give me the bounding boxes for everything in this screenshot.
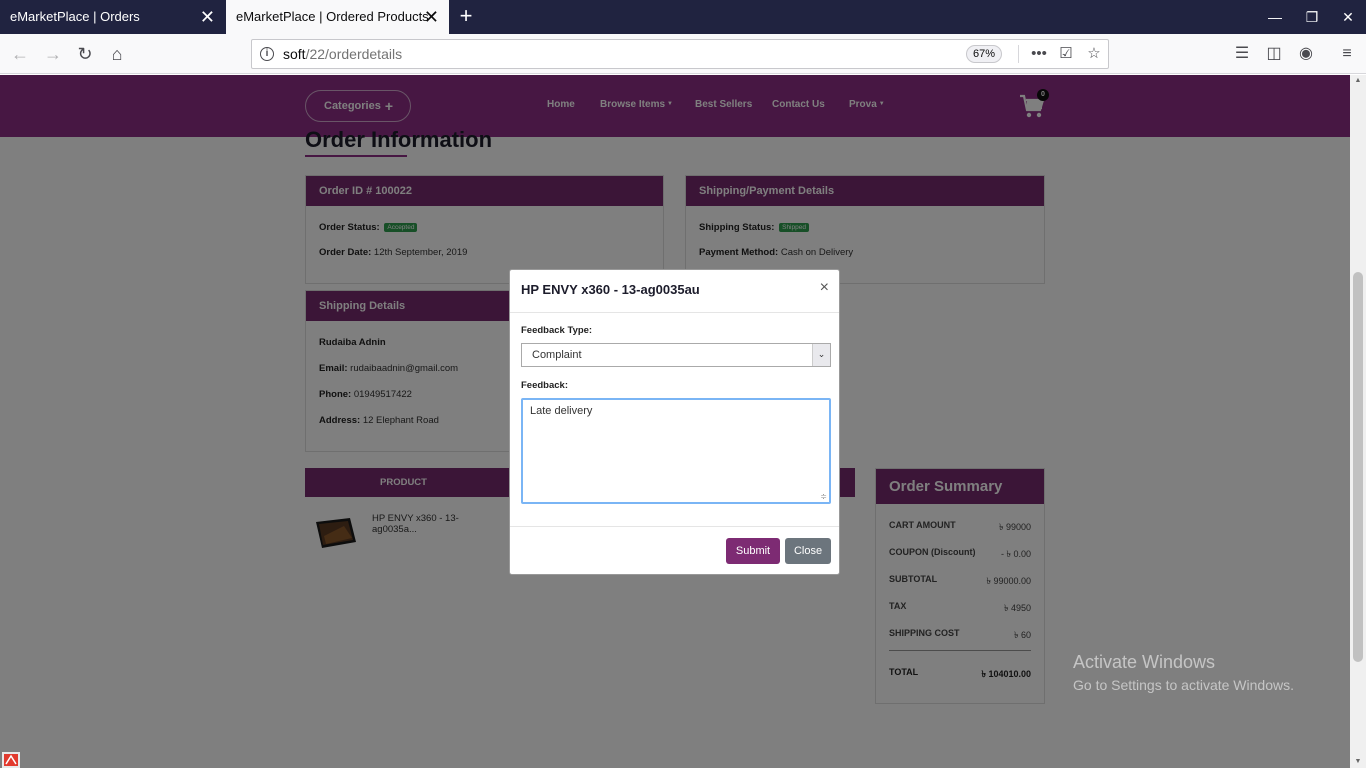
feedback-type-value: Complaint [532,349,582,361]
feedback-text: Late delivery [530,405,593,417]
bookmark-star-icon[interactable]: ☆ [1082,42,1106,66]
scrollbar-thumb[interactable] [1353,272,1363,662]
page-actions-icon[interactable]: ••• [1027,42,1051,66]
scroll-up-icon[interactable]: ▲ [1350,75,1366,87]
modal-title: HP ENVY x360 - 13-ag0035au [521,282,700,297]
tab-close-icon[interactable]: ✕ [200,0,215,34]
new-tab-icon[interactable]: + [454,0,478,34]
sidebar-icon[interactable]: ◫ [1260,40,1288,68]
restore-icon[interactable]: ❐ [1294,0,1330,34]
browser-tab-orders[interactable]: eMarketPlace | Orders ✕ [0,0,225,34]
scroll-down-icon[interactable]: ▼ [1350,756,1366,768]
feedback-type-label: Feedback Type: [521,325,593,336]
app-corner-icon[interactable] [2,752,20,768]
chevron-down-icon[interactable]: ⌄ [812,344,830,366]
divider [510,312,839,313]
page-scrollbar[interactable]: ▲ ▼ [1350,75,1366,768]
browser-tab-bar: eMarketPlace | Orders ✕ eMarketPlace | O… [0,0,1366,34]
url-text[interactable]: soft/22/orderdetails [283,40,402,68]
back-icon[interactable]: ← [6,40,34,68]
menu-icon[interactable]: ≡ [1333,40,1361,68]
feedback-label: Feedback: [521,380,568,391]
reload-icon[interactable]: ↻ [71,40,99,68]
feedback-textarea[interactable]: Late delivery ≑ [521,398,831,504]
divider [1018,45,1019,63]
modal-close-icon[interactable]: × [820,280,829,296]
close-button[interactable]: Close [785,538,831,564]
activation-watermark-text: Go to Settings to activate Windows. [1073,677,1294,693]
tab-title: eMarketPlace | Orders [10,9,140,24]
site-info-icon[interactable]: i [260,47,274,61]
feedback-type-select[interactable]: Complaint ⌄ [521,343,831,367]
home-icon[interactable]: ⌂ [103,40,131,68]
minimize-icon[interactable]: — [1257,0,1293,34]
pocket-icon[interactable]: ☑ [1054,42,1078,66]
forward-icon[interactable]: → [39,40,67,68]
feedback-modal: HP ENVY x360 - 13-ag0035au × Feedback Ty… [509,269,840,575]
browser-nav-bar: ← → ↻ ⌂ i soft/22/orderdetails 67% ••• ☑… [0,34,1366,74]
tab-title: eMarketPlace | Ordered Products [236,9,429,24]
resize-grip-icon[interactable]: ≑ [820,492,827,501]
tab-close-icon[interactable]: ✕ [424,0,439,34]
submit-button[interactable]: Submit [726,538,780,564]
browser-tab-ordered-products[interactable]: eMarketPlace | Ordered Products ✕ [226,0,449,34]
window-close-icon[interactable]: ✕ [1330,0,1366,34]
zoom-level[interactable]: 67% [966,45,1003,63]
account-icon[interactable]: ◉ [1292,40,1320,68]
divider [510,526,839,527]
activation-watermark-title: Activate Windows [1073,652,1216,672]
url-bar[interactable]: i soft/22/orderdetails 67% ••• ☑ ☆ [251,39,1109,69]
web-page: Categories + Home Browse Items▼ Best Sel… [0,75,1350,768]
library-icon[interactable]: ☰ [1228,40,1256,68]
